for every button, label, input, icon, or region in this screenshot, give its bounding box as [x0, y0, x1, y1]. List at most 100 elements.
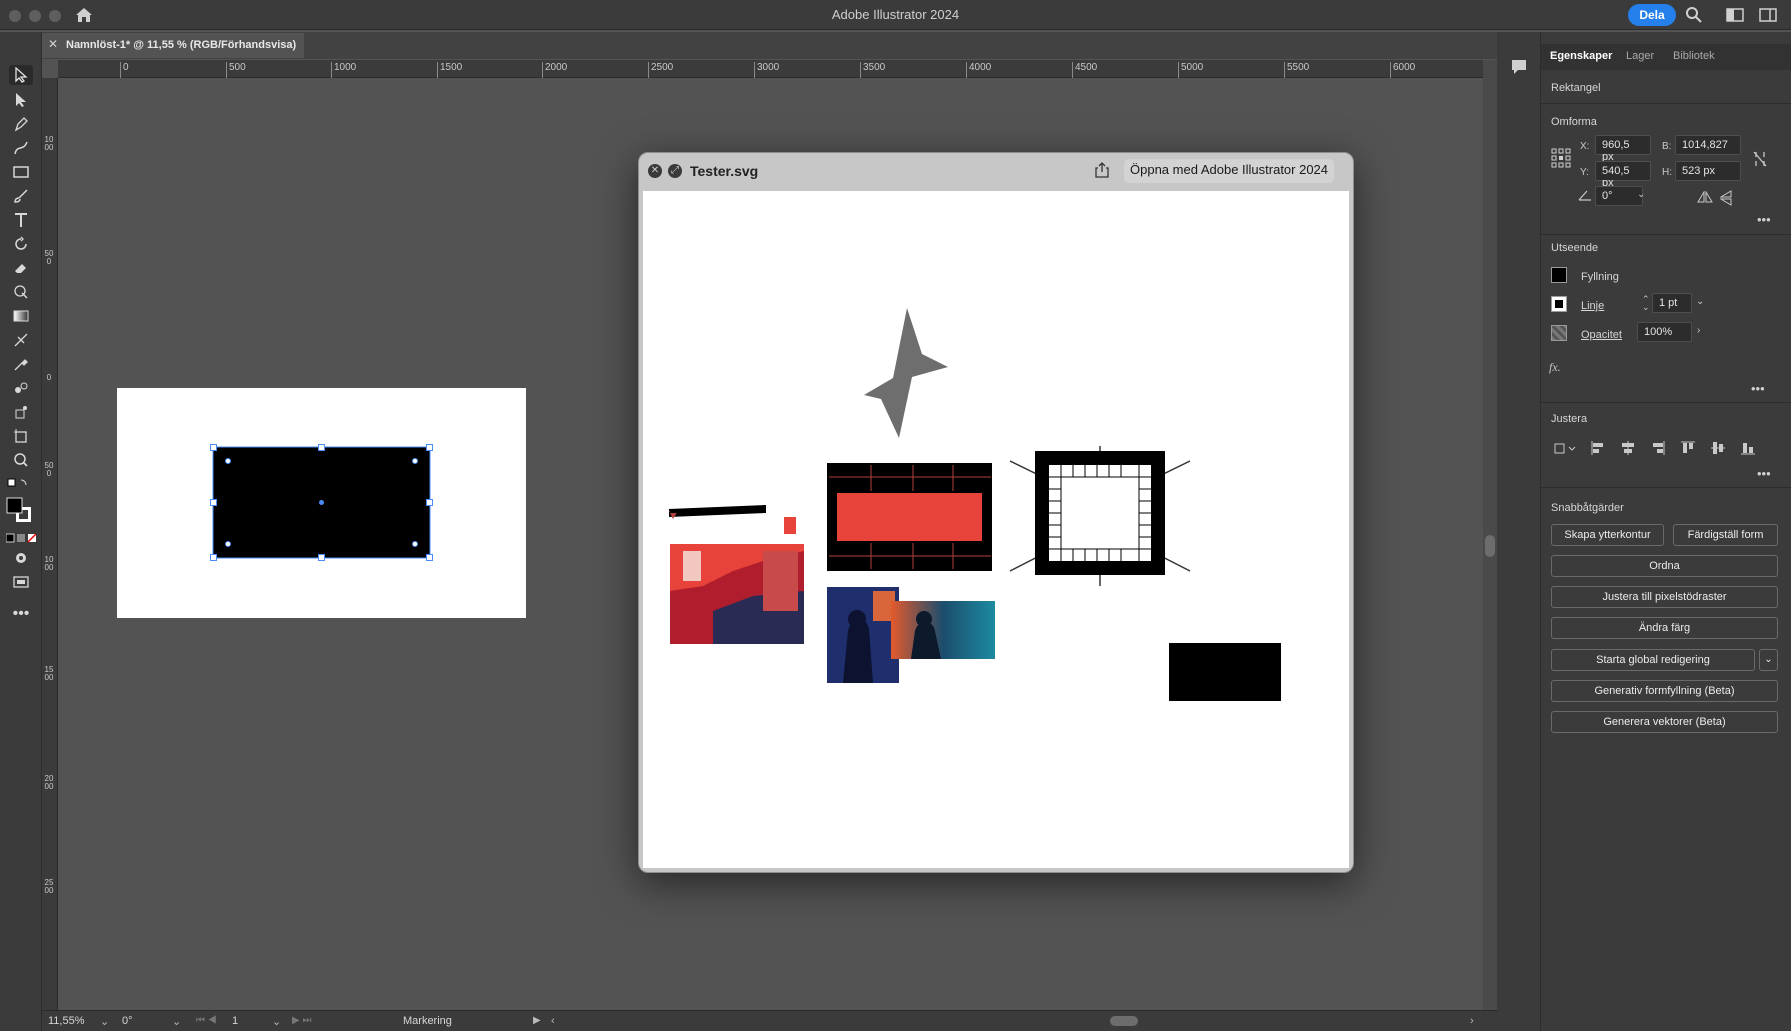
stroke-stepper-icon[interactable]: ⌃ ⌄: [1642, 295, 1650, 312]
rotation-dropdown-chevron-icon[interactable]: ⌄: [172, 1015, 181, 1028]
artboard-tool-icon[interactable]: [9, 426, 33, 446]
height-field[interactable]: 523 px: [1675, 161, 1741, 181]
curvature-tool-icon[interactable]: [9, 138, 33, 158]
screen-mode-icon[interactable]: [9, 572, 33, 592]
artboard-nav-first-icon[interactable]: ⏮ ◀: [196, 1015, 217, 1026]
corner-widget[interactable]: [225, 458, 231, 464]
mesh-tool-icon[interactable]: [9, 330, 33, 350]
align-to-dropdown-icon[interactable]: [1553, 440, 1577, 459]
outline-stroke-button[interactable]: Skapa ytterkontur: [1551, 524, 1664, 546]
resize-handle[interactable]: [426, 554, 433, 561]
resize-handle[interactable]: [210, 499, 217, 506]
zoom-tool-icon[interactable]: [9, 450, 33, 470]
align-horizontal-center-icon[interactable]: [1620, 440, 1636, 459]
generative-shape-fill-button[interactable]: Generativ formfyllning (Beta): [1551, 680, 1778, 702]
reference-point-icon[interactable]: [1551, 148, 1571, 171]
status-menu-arrow-icon[interactable]: ▶: [533, 1015, 541, 1026]
rectangle-tool-icon[interactable]: [9, 162, 33, 182]
global-edit-dropdown-chevron-icon[interactable]: ⌄: [1759, 649, 1778, 671]
resize-handle[interactable]: [210, 554, 217, 561]
effects-fx-icon[interactable]: fx.: [1549, 360, 1561, 375]
opacity-swatch[interactable]: [1551, 325, 1567, 341]
x-position-field[interactable]: 960,5 px: [1595, 135, 1651, 163]
brush-tool-icon[interactable]: [9, 186, 33, 206]
width-field[interactable]: 1014,827: [1675, 135, 1741, 155]
align-vertical-center-icon[interactable]: [1710, 440, 1726, 459]
y-position-field[interactable]: 540,5 px: [1595, 161, 1651, 189]
shape-builder-tool-icon[interactable]: [9, 282, 33, 302]
panel-layout-icon[interactable]: [1759, 8, 1777, 25]
rotate-tool-icon[interactable]: [9, 234, 33, 254]
more-appearance-options-icon[interactable]: •••: [1751, 381, 1765, 396]
align-to-pixel-grid-button[interactable]: Justera till pixelstödraster: [1551, 586, 1778, 608]
share-icon[interactable]: [1094, 161, 1110, 182]
share-button[interactable]: Dela: [1628, 4, 1676, 26]
rotate-angle-field[interactable]: 0°: [1595, 186, 1643, 206]
blend-tool-icon[interactable]: [9, 378, 33, 398]
align-bottom-icon[interactable]: [1740, 440, 1756, 459]
selection-tool-icon[interactable]: [9, 65, 33, 85]
flip-horizontal-icon[interactable]: [1697, 190, 1713, 206]
stroke-weight-field[interactable]: 1 pt: [1652, 293, 1692, 313]
tab-close-icon[interactable]: ✕: [48, 37, 58, 51]
align-left-icon[interactable]: [1590, 440, 1606, 459]
more-align-options-icon[interactable]: •••: [1757, 466, 1771, 481]
zoom-dropdown-chevron-icon[interactable]: ⌄: [100, 1015, 109, 1028]
workspace-icon[interactable]: [1726, 8, 1744, 25]
default-colors-icon[interactable]: [7, 478, 35, 497]
draw-mode-icon[interactable]: [9, 548, 33, 568]
horizontal-scroll-thumb[interactable]: [1110, 1016, 1138, 1026]
tab-layers[interactable]: Lager: [1626, 50, 1654, 62]
artboard-nav-last-icon[interactable]: ▶ ⏭: [292, 1015, 311, 1026]
align-top-icon[interactable]: [1680, 440, 1696, 459]
zoom-level[interactable]: 11,55%: [48, 1015, 85, 1027]
scroll-left-icon[interactable]: ‹: [551, 1015, 555, 1027]
fullscreen-preview-icon[interactable]: ⤢: [668, 164, 682, 178]
resize-handle[interactable]: [210, 444, 217, 451]
color-mode-icon[interactable]: [5, 533, 37, 546]
artboard-number[interactable]: 1: [232, 1015, 238, 1027]
pen-tool-icon[interactable]: [9, 114, 33, 134]
more-transform-options-icon[interactable]: •••: [1757, 212, 1771, 227]
document-tab[interactable]: Namnlöst-1* @ 11,55 % (RGB/Förhandsvisa): [42, 33, 304, 58]
recolor-button[interactable]: Ändra färg: [1551, 617, 1778, 639]
scroll-right-icon[interactable]: ›: [1470, 1015, 1474, 1027]
expand-shape-button[interactable]: Färdigställ form: [1673, 524, 1778, 546]
flip-vertical-icon[interactable]: [1719, 190, 1732, 209]
resize-handle[interactable]: [318, 554, 325, 561]
resize-handle[interactable]: [318, 444, 325, 451]
fill-stroke-swatch[interactable]: [6, 497, 34, 528]
corner-widget[interactable]: [225, 541, 231, 547]
opacity-field[interactable]: 100%: [1637, 322, 1692, 342]
eraser-tool-icon[interactable]: [9, 258, 33, 278]
tab-libraries[interactable]: Bibliotek: [1673, 50, 1715, 62]
stroke-label[interactable]: Linje: [1581, 300, 1604, 312]
vertical-scroll-thumb[interactable]: [1485, 535, 1495, 557]
symbol-sprayer-tool-icon[interactable]: [9, 402, 33, 422]
generate-vectors-button[interactable]: Generera vektorer (Beta): [1551, 711, 1778, 733]
opacity-label[interactable]: Opacitet: [1581, 329, 1622, 341]
constrain-proportions-icon[interactable]: [1752, 150, 1768, 171]
eyedropper-tool-icon[interactable]: [9, 354, 33, 374]
rotation-value[interactable]: 0°: [122, 1015, 133, 1027]
global-edit-button[interactable]: Starta global redigering: [1551, 649, 1755, 671]
open-with-illustrator-button[interactable]: Öppna med Adobe Illustrator 2024: [1124, 159, 1335, 183]
fill-swatch[interactable]: [1551, 267, 1567, 283]
search-icon[interactable]: [1685, 6, 1703, 27]
comments-icon[interactable]: [1510, 58, 1528, 79]
close-preview-icon[interactable]: ✕: [648, 164, 662, 178]
stroke-swatch[interactable]: [1551, 296, 1567, 312]
corner-widget[interactable]: [412, 458, 418, 464]
direct-selection-tool-icon[interactable]: [9, 90, 33, 110]
tab-properties[interactable]: Egenskaper: [1550, 50, 1612, 62]
type-tool-icon[interactable]: [9, 210, 33, 230]
arrange-button[interactable]: Ordna: [1551, 555, 1778, 577]
align-right-icon[interactable]: [1650, 440, 1666, 459]
corner-widget[interactable]: [412, 541, 418, 547]
opacity-expand-chevron-icon[interactable]: ›: [1697, 325, 1700, 336]
more-tools-icon[interactable]: •••: [9, 604, 33, 624]
gradient-tool-icon[interactable]: [9, 306, 33, 326]
stroke-weight-dropdown-chevron-icon[interactable]: ⌄: [1696, 296, 1704, 307]
resize-handle[interactable]: [426, 499, 433, 506]
resize-handle[interactable]: [426, 444, 433, 451]
